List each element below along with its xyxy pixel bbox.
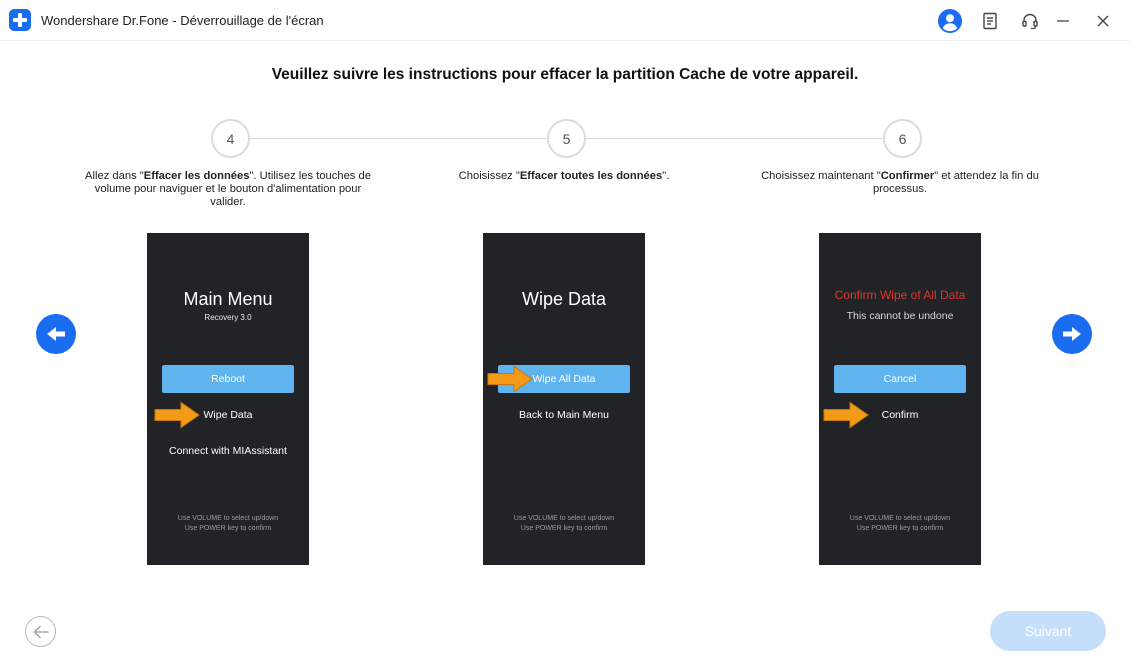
- previous-step-button[interactable]: [36, 314, 76, 354]
- phone-warning-title: Confirm Wipe of All Data: [834, 288, 966, 302]
- back-button[interactable]: [25, 616, 56, 647]
- step-4-description: Allez dans "Effacer les données". Utilis…: [85, 170, 371, 208]
- step-5-indicator: 5: [547, 119, 586, 158]
- phone-title: Wipe Data: [521, 289, 607, 309]
- feedback-icon[interactable]: [978, 9, 1002, 33]
- support-headset-icon[interactable]: [1018, 9, 1042, 33]
- phone-screen-main-menu: Main Menu Recovery 3.0 Reboot Wipe Data …: [147, 233, 309, 565]
- drfone-logo-icon: [9, 9, 31, 31]
- arrow-left-icon: [47, 327, 65, 341]
- phone-title: Main Menu: [183, 289, 273, 309]
- phone-back-to-main-menu-option: Back to Main Menu: [519, 409, 609, 421]
- phone-warning-note: This cannot be undone: [846, 310, 954, 322]
- minimize-icon[interactable]: [1051, 9, 1075, 33]
- back-arrow-icon: [33, 625, 49, 638]
- highlight-arrow-icon: [154, 401, 200, 429]
- phone-cancel-option: Cancel: [834, 365, 966, 393]
- phone-screen-wipe-data: Wipe Data Wipe All Data Back to Main Men…: [483, 233, 645, 565]
- step-6-indicator: 6: [883, 119, 922, 158]
- phone-subtitle: Recovery 3.0: [204, 313, 252, 322]
- phone-instructions: Use VOLUME to select up/down Use POWER ke…: [177, 515, 279, 532]
- phone-connect-miassistant-option: Connect with MIAssistant: [169, 445, 287, 457]
- highlight-arrow-icon: [487, 365, 533, 393]
- highlight-arrow-icon: [823, 401, 869, 429]
- phone-instructions: Use VOLUME to select up/down Use POWER ke…: [849, 515, 951, 532]
- page-title: Veuillez suivre les instructions pour ef…: [271, 66, 859, 83]
- window-title: Wondershare Dr.Fone - Déverrouillage de …: [41, 13, 324, 28]
- phone-reboot-option: Reboot: [162, 365, 294, 393]
- phone-instructions: Use VOLUME to select up/down Use POWER ke…: [513, 515, 615, 532]
- phone-screen-confirm-wipe: Confirm Wipe of All Data This cannot be …: [819, 233, 981, 565]
- step-5-description: Choisissez "Effacer toutes les données".: [458, 170, 670, 182]
- title-bar: Wondershare Dr.Fone - Déverrouillage de …: [0, 0, 1130, 41]
- step-6-description: Choisissez maintenant "Confirmer" et att…: [761, 170, 1039, 195]
- step-4-indicator: 4: [211, 119, 250, 158]
- next-step-button[interactable]: [1052, 314, 1092, 354]
- suivant-button[interactable]: Suivant: [990, 611, 1106, 651]
- close-icon[interactable]: [1091, 9, 1115, 33]
- arrow-right-icon: [1063, 327, 1081, 341]
- account-icon[interactable]: [938, 9, 962, 33]
